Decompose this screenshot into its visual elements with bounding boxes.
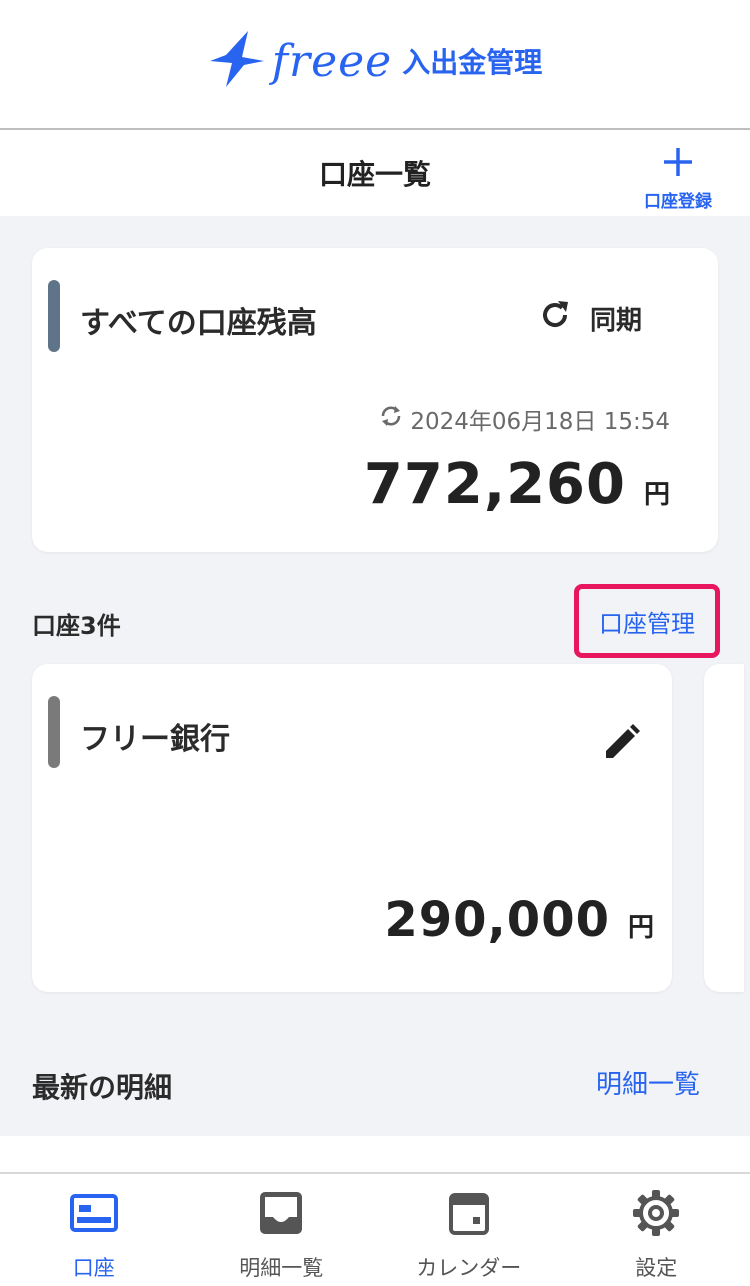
tab-statements[interactable]: 明細一覧 (188, 1174, 376, 1286)
card-accent-bar (48, 696, 60, 768)
page-header: 口座一覧 口座登録 (0, 130, 750, 216)
card-accent-bar (48, 280, 60, 352)
add-account-label: 口座登録 (644, 192, 712, 212)
currency-unit: 円 (643, 480, 670, 510)
gear-icon (632, 1188, 680, 1238)
total-balance-value: 772,260 (363, 452, 626, 517)
tab-label: 口座 (72, 1256, 115, 1280)
bank-balance-value: 290,000 (384, 892, 610, 948)
tab-label: カレンダー (416, 1256, 522, 1280)
refresh-icon (538, 298, 572, 339)
total-balance-amount: 772,260 円 (364, 452, 670, 517)
tab-settings[interactable]: 設定 (563, 1174, 750, 1286)
inbox-icon (258, 1188, 304, 1238)
plus-icon (662, 146, 694, 183)
next-account-card[interactable] (704, 664, 744, 992)
main-content: すべての口座残高 同期 2024年06月18日 15:54 772,260 円 … (0, 216, 750, 1136)
latest-statements-title: 最新の明細 (32, 1071, 173, 1104)
sync-timestamp: 2024年06月18日 15:54 (410, 409, 670, 435)
freee-logo: freee 入出金管理 (208, 29, 542, 93)
account-management-link[interactable]: 口座管理 (574, 584, 720, 658)
card-icon (69, 1188, 119, 1238)
tab-label: 明細一覧 (239, 1256, 324, 1280)
page-title: 口座一覧 (318, 158, 431, 191)
currency-unit: 円 (627, 913, 654, 943)
bank-account-card[interactable]: フリー銀行 290,000 円 (32, 664, 672, 992)
account-count-label: 口座3件 (32, 612, 121, 640)
bird-logo-icon (208, 29, 266, 93)
tab-label: 設定 (635, 1256, 678, 1280)
tab-accounts[interactable]: 口座 (0, 1174, 188, 1286)
last-sync-info: 2024年06月18日 15:54 (378, 402, 670, 436)
total-balance-card: すべての口座残高 同期 2024年06月18日 15:54 772,260 円 (32, 248, 718, 552)
sync-button[interactable]: 同期 (538, 298, 642, 339)
total-balance-title: すべての口座残高 (80, 306, 317, 341)
pencil-icon (602, 724, 642, 766)
logo-wordmark: freee (271, 35, 393, 87)
statements-list-link[interactable]: 明細一覧 (596, 1064, 700, 1101)
logo-product-name: 入出金管理 (402, 46, 543, 79)
bank-balance: 290,000 円 (384, 892, 654, 948)
bank-name: フリー銀行 (80, 722, 230, 757)
sync-label: 同期 (589, 306, 642, 336)
calendar-icon (448, 1188, 489, 1238)
tab-calendar[interactable]: カレンダー (375, 1174, 563, 1286)
edit-button[interactable] (602, 722, 642, 766)
bottom-tab-bar: 口座 明細一覧 カレンダー 設定 (0, 1172, 750, 1286)
sync-icon (378, 403, 404, 435)
add-account-button[interactable]: 口座登録 (640, 146, 716, 212)
app-header: freee 入出金管理 (0, 0, 750, 130)
